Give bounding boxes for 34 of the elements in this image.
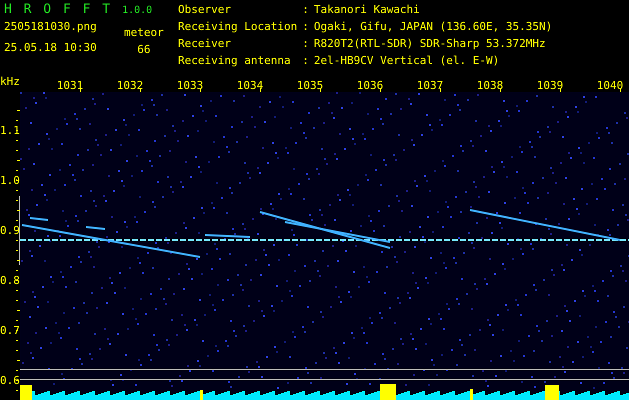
info-separator: : xyxy=(302,4,309,18)
x-axis-label: 1036 xyxy=(356,79,384,92)
x-axis-label: 1040 xyxy=(596,79,624,92)
info-label: Receiving antenna xyxy=(178,55,292,69)
meteor-label: meteor xyxy=(124,26,164,39)
info-separator: : xyxy=(302,21,309,35)
info-separator: : xyxy=(302,38,309,52)
x-axis-label: 1038 xyxy=(476,79,504,92)
x-axis-label: 1031 xyxy=(56,79,84,92)
y-axis-label: 0.8 xyxy=(0,274,20,287)
info-label: Observer xyxy=(178,4,232,18)
info-value: R820T2(RTL-SDR) SDR-Sharp 53.372MHz xyxy=(314,38,547,52)
meteor-count: 66 xyxy=(137,43,150,56)
x-axis-label: 1037 xyxy=(416,79,444,92)
info-value: Takanori Kawachi xyxy=(314,4,421,18)
y-axis-label: 0.6 xyxy=(0,374,20,387)
date-time: 25.05.18 10:30 xyxy=(4,41,98,54)
y-unit-label: kHz xyxy=(0,75,20,88)
file-name: 2505181030.png xyxy=(4,20,98,33)
app-version: 1.0.0 xyxy=(122,5,152,16)
info-value: Ogaki, Gifu, JAPAN (136.60E, 35.35N) xyxy=(314,21,552,35)
y-axis-label: 1.1 xyxy=(0,124,20,137)
app-name: H R O F F T xyxy=(4,2,112,17)
x-axis-label: 1034 xyxy=(236,79,264,92)
info-label: Receiving Location xyxy=(178,21,298,35)
x-axis-label: 1033 xyxy=(176,79,204,92)
info-separator: : xyxy=(302,55,309,69)
y-axis-label: 1.0 xyxy=(0,174,20,187)
x-axis-label: 1035 xyxy=(296,79,324,92)
x-axis-label: 1039 xyxy=(536,79,564,92)
y-axis-label: 0.7 xyxy=(0,324,20,337)
x-axis-label: 1032 xyxy=(116,79,144,92)
info-label: Receiver xyxy=(178,38,232,52)
info-value: 2el-HB9CV Vertical (el. E-W) xyxy=(314,55,500,69)
